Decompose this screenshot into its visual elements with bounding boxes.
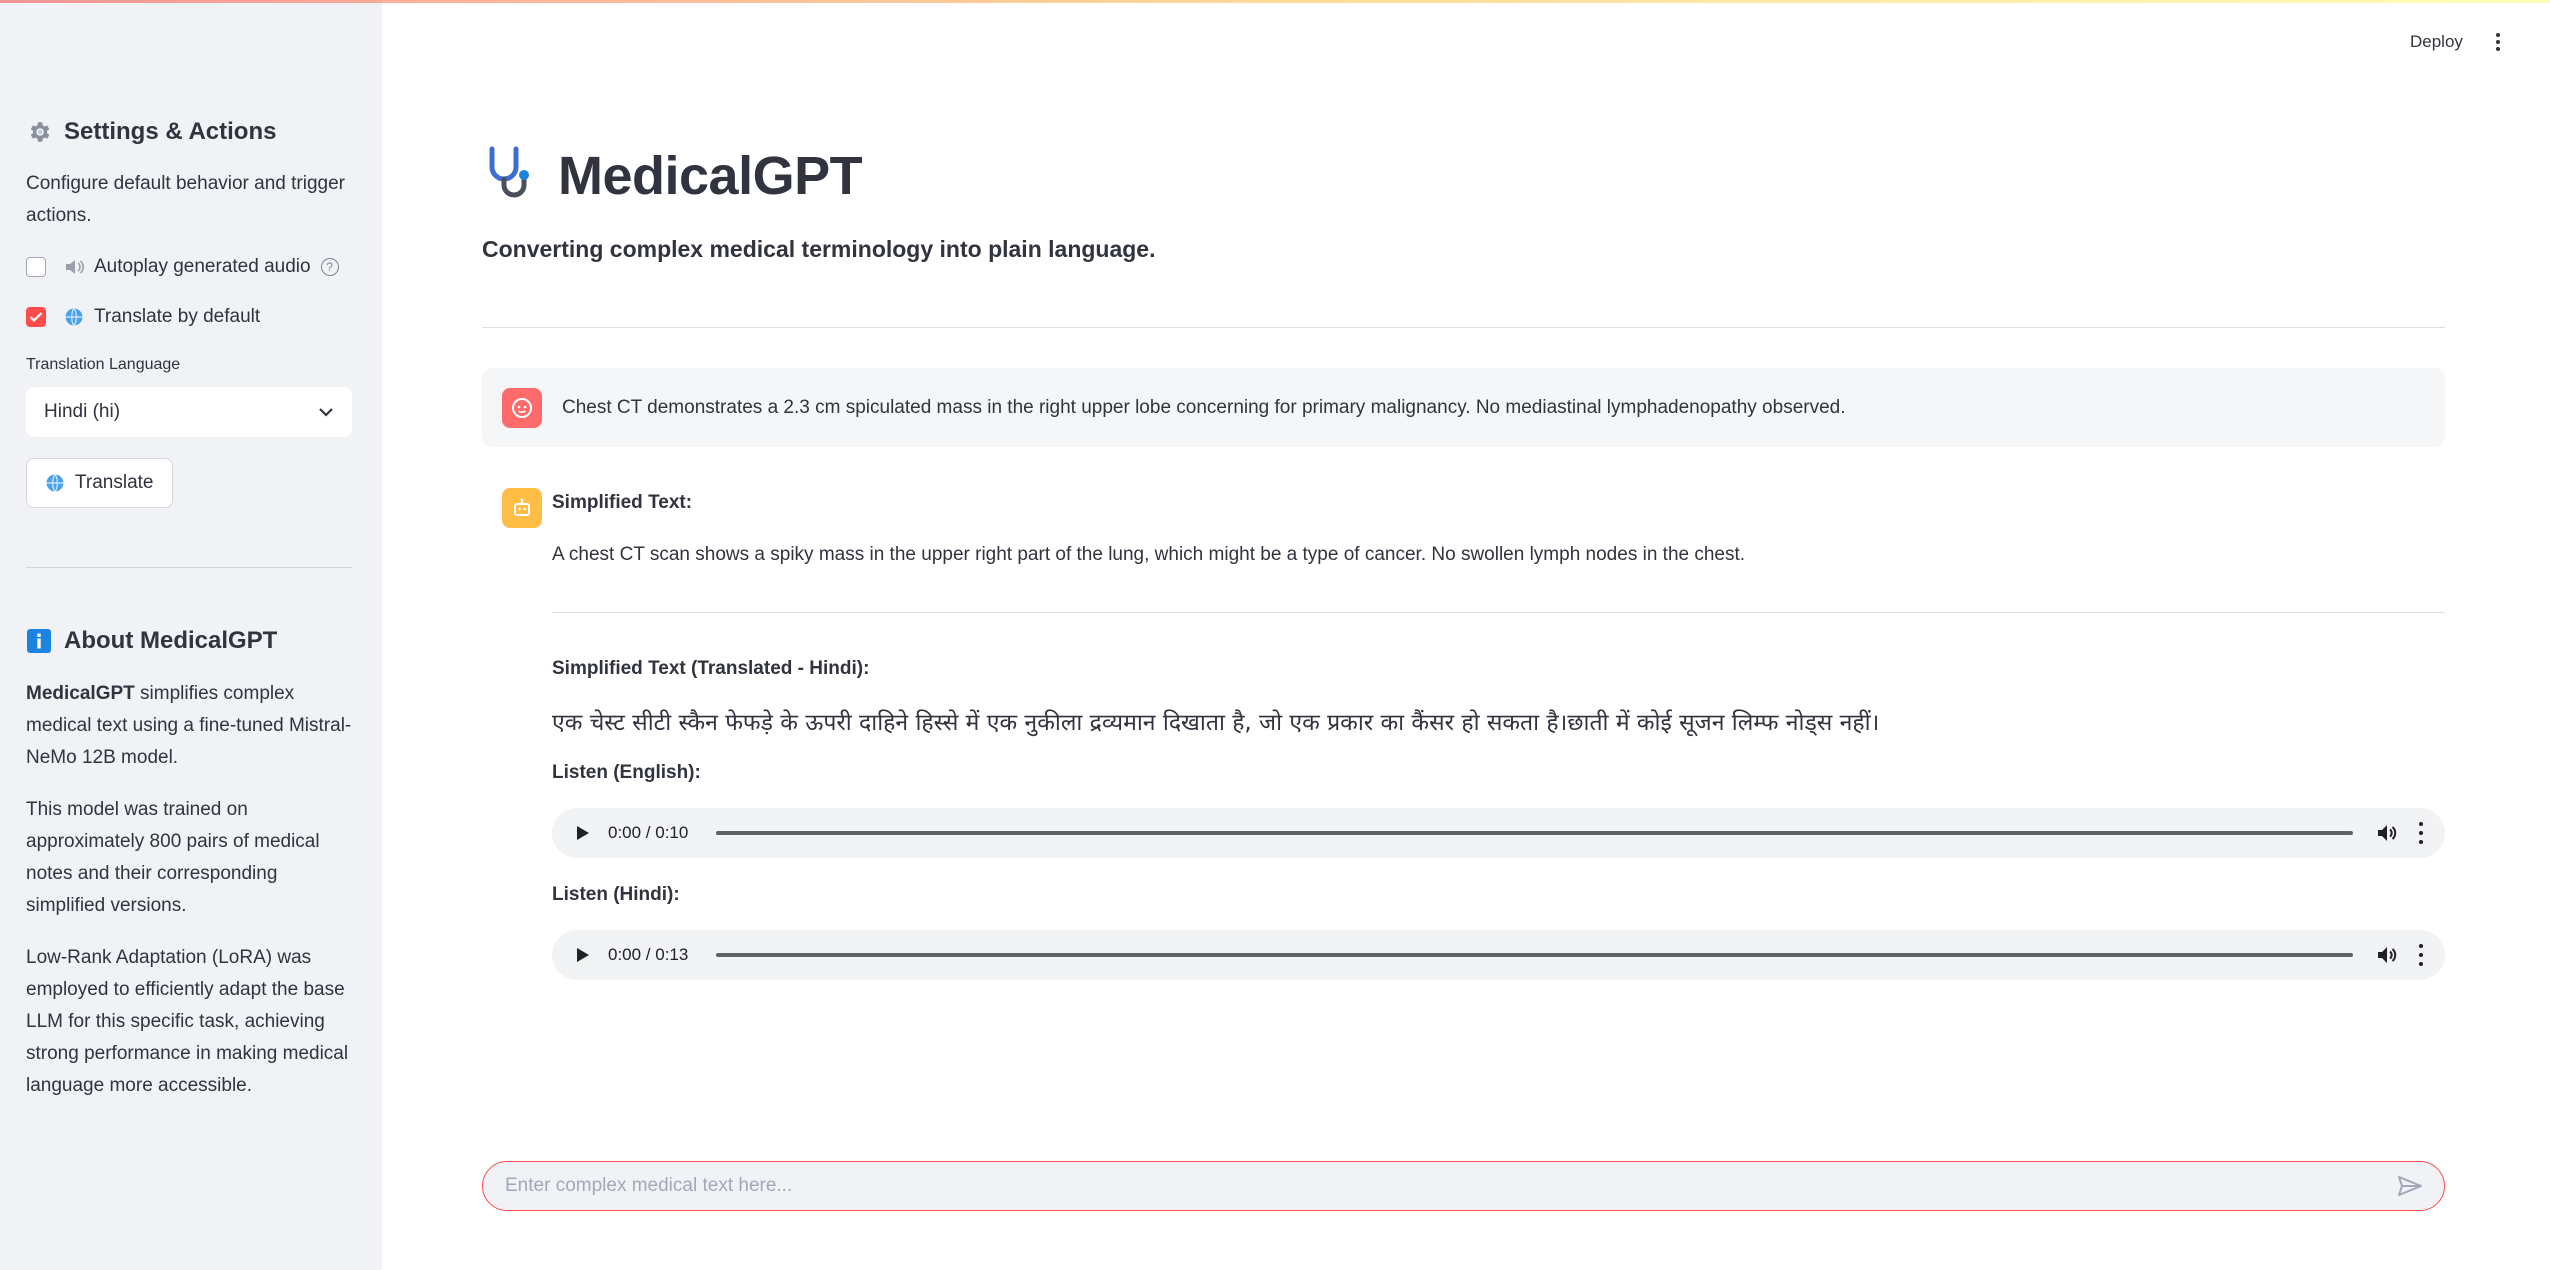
send-icon[interactable]	[2396, 1172, 2424, 1200]
user-avatar	[502, 387, 542, 428]
simplified-text: A chest CT scan shows a spiky mass in th…	[552, 544, 1746, 565]
header-divider	[482, 327, 2445, 328]
audio-time: 0:00 / 0:10	[608, 823, 689, 842]
user-message-text: Chest CT demonstrates a 2.3 cm spiculate…	[562, 396, 1846, 418]
translate-default-checkbox-row[interactable]: Translate by default	[26, 304, 352, 330]
chat-input[interactable]	[503, 1174, 2396, 1198]
volume-icon[interactable]	[2375, 943, 2399, 967]
chat-input-container	[482, 1161, 2445, 1211]
language-select[interactable]: Hindi (hi)	[26, 387, 352, 437]
speaker-icon	[64, 257, 84, 277]
about-model-name: MedicalGPT	[26, 683, 135, 704]
autoplay-checkbox-row[interactable]: Autoplay generated audio ?	[26, 254, 352, 280]
globe-icon	[64, 307, 84, 327]
audio-progress-bar[interactable]	[716, 953, 2353, 957]
sidebar: Settings & Actions Configure default beh…	[0, 0, 382, 1270]
language-select-value: Hindi (hi)	[44, 401, 121, 422]
language-label: Translation Language	[26, 356, 181, 373]
translate-button[interactable]: Translate	[26, 458, 173, 508]
stethoscope-icon	[482, 143, 544, 210]
simplified-label: Simplified Text:	[552, 492, 693, 513]
translate-default-label: Translate by default	[94, 306, 261, 327]
listen-hindi-label: Listen (Hindi):	[552, 884, 680, 905]
chevron-down-icon	[318, 401, 334, 423]
about-heading: About MedicalGPT	[26, 627, 352, 655]
volume-icon[interactable]	[2375, 821, 2399, 845]
autoplay-label: Autoplay generated audio	[94, 256, 311, 277]
settings-title: Settings & Actions	[64, 118, 277, 145]
translated-text: एक चेस्ट सीटी स्कैन फेफड़े के ऊपरी दाहिन…	[552, 710, 1880, 736]
page-subtitle: Converting complex medical terminology i…	[482, 236, 1156, 262]
settings-heading: Settings & Actions	[26, 118, 352, 146]
play-icon[interactable]	[572, 822, 594, 844]
audio-options-icon[interactable]	[2417, 822, 2425, 844]
info-icon	[26, 628, 52, 654]
play-icon[interactable]	[572, 944, 594, 966]
sidebar-divider	[26, 567, 352, 568]
gear-icon	[26, 119, 52, 145]
audio-player-english[interactable]: 0:00 / 0:10	[552, 808, 2445, 858]
deploy-button[interactable]: Deploy	[2410, 32, 2463, 52]
about-paragraph-3: Low-Rank Adaptation (LoRA) was employed …	[26, 947, 349, 1096]
audio-options-icon[interactable]	[2417, 944, 2425, 966]
about-paragraph-1: MedicalGPT simplifies complex medical te…	[26, 678, 352, 774]
audio-time: 0:00 / 0:13	[608, 945, 689, 964]
listen-english-label: Listen (English):	[552, 762, 701, 783]
response-divider	[552, 612, 2445, 613]
about-title: About MedicalGPT	[64, 627, 278, 654]
settings-description: Configure default behavior and trigger a…	[26, 173, 345, 226]
main-menu-icon[interactable]	[2492, 30, 2504, 54]
translated-label: Simplified Text (Translated - Hindi):	[552, 658, 870, 679]
audio-progress-bar[interactable]	[716, 831, 2353, 835]
about-paragraph-2: This model was trained on approximately …	[26, 799, 320, 916]
autoplay-checkbox[interactable]	[26, 257, 46, 277]
audio-player-hindi[interactable]: 0:00 / 0:13	[552, 930, 2445, 980]
page-title: MedicalGPT	[558, 146, 863, 206]
translate-button-label: Translate	[75, 472, 154, 493]
globe-icon	[45, 473, 65, 493]
top-decoration-bar	[0, 0, 2550, 3]
user-message: Chest CT demonstrates a 2.3 cm spiculate…	[482, 368, 2445, 447]
help-icon[interactable]: ?	[320, 258, 339, 276]
translate-default-checkbox[interactable]	[26, 307, 46, 327]
assistant-avatar	[502, 488, 542, 528]
page-header: MedicalGPT	[482, 140, 2445, 212]
